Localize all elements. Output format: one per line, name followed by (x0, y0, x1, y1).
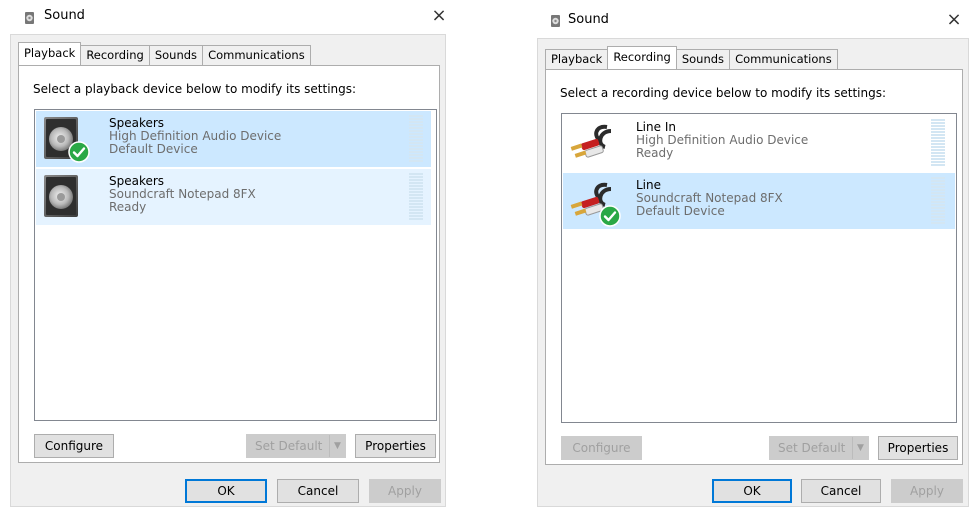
title-bar: Sound × (0, 0, 456, 34)
device-text: Line Soundcraft Notepad 8FX Default Devi… (636, 179, 783, 218)
device-text: Line In High Definition Audio Device Rea… (636, 121, 808, 160)
device-row-speakers-soundcraft[interactable]: Speakers Soundcraft Notepad 8FX Ready (36, 169, 431, 225)
dropdown-arrow-icon: ▼ (329, 435, 345, 457)
tab-panel: Select a recording device below to modif… (545, 69, 963, 465)
instruction-text: Select a playback device below to modify… (33, 82, 357, 96)
tab-recording[interactable]: Recording (80, 45, 150, 65)
level-meter (931, 177, 945, 225)
tab-playback[interactable]: Playback (545, 49, 609, 69)
tab-panel: Select a playback device below to modify… (18, 65, 440, 463)
tab-playback[interactable]: Playback (18, 42, 82, 65)
dialog-body: Playback Recording Sounds Communications… (10, 34, 446, 507)
sound-app-icon (551, 15, 560, 27)
dialog-body: Playback Recording Sounds Communications… (537, 38, 969, 507)
title-bar: Sound × (513, 0, 969, 34)
cancel-button[interactable]: Cancel (801, 479, 881, 503)
tab-strip: Playback Recording Sounds Communications (545, 46, 838, 69)
device-status: Default Device (636, 204, 725, 218)
speaker-icon (44, 175, 78, 217)
set-default-label: Set Default (255, 439, 323, 453)
default-check-icon (68, 141, 90, 163)
device-list[interactable]: Speakers High Definition Audio Device De… (34, 109, 437, 421)
set-default-button: Set Default ▼ (246, 434, 346, 458)
recording-sound-dialog: Sound × Playback Recording Sounds Commun… (513, 0, 969, 507)
device-status: Default Device (109, 142, 198, 156)
default-check-icon (599, 205, 621, 227)
properties-button[interactable]: Properties (355, 434, 436, 458)
playback-sound-dialog: Sound × Playback Recording Sounds Commun… (0, 0, 456, 507)
properties-button[interactable]: Properties (878, 436, 958, 460)
ok-button[interactable]: OK (185, 479, 267, 503)
close-button[interactable]: × (942, 9, 966, 33)
apply-button: Apply (891, 479, 963, 503)
tab-communications[interactable]: Communications (729, 49, 838, 69)
level-meter (409, 173, 423, 221)
level-meter (931, 119, 945, 167)
close-button[interactable]: × (427, 5, 451, 29)
ok-button[interactable]: OK (712, 479, 792, 503)
window-title: Sound (44, 8, 85, 23)
apply-button: Apply (369, 479, 441, 503)
tab-strip: Playback Recording Sounds Communications (18, 42, 311, 65)
rca-cable-icon (570, 124, 612, 158)
level-meter (409, 115, 423, 163)
cancel-button[interactable]: Cancel (277, 479, 359, 503)
configure-button[interactable]: Configure (34, 434, 114, 458)
device-status: Ready (636, 146, 674, 160)
dropdown-arrow-icon: ▼ (852, 437, 868, 459)
instruction-text: Select a recording device below to modif… (560, 86, 887, 100)
device-text: Speakers High Definition Audio Device De… (109, 117, 281, 156)
configure-button: Configure (561, 436, 642, 460)
window-title: Sound (568, 12, 609, 27)
device-row-speakers-hd[interactable]: Speakers High Definition Audio Device De… (36, 111, 431, 167)
tab-recording[interactable]: Recording (607, 46, 677, 69)
set-default-label: Set Default (778, 441, 846, 455)
device-status: Ready (109, 200, 147, 214)
tab-communications[interactable]: Communications (202, 45, 311, 65)
sound-app-icon (25, 12, 34, 24)
device-row-line-in[interactable]: Line In High Definition Audio Device Rea… (563, 115, 955, 171)
device-text: Speakers Soundcraft Notepad 8FX Ready (109, 175, 256, 214)
device-list[interactable]: Line In High Definition Audio Device Rea… (561, 113, 957, 423)
device-row-line[interactable]: Line Soundcraft Notepad 8FX Default Devi… (563, 173, 955, 229)
set-default-button: Set Default ▼ (769, 436, 869, 460)
tab-sounds[interactable]: Sounds (148, 45, 204, 65)
tab-sounds[interactable]: Sounds (675, 49, 731, 69)
